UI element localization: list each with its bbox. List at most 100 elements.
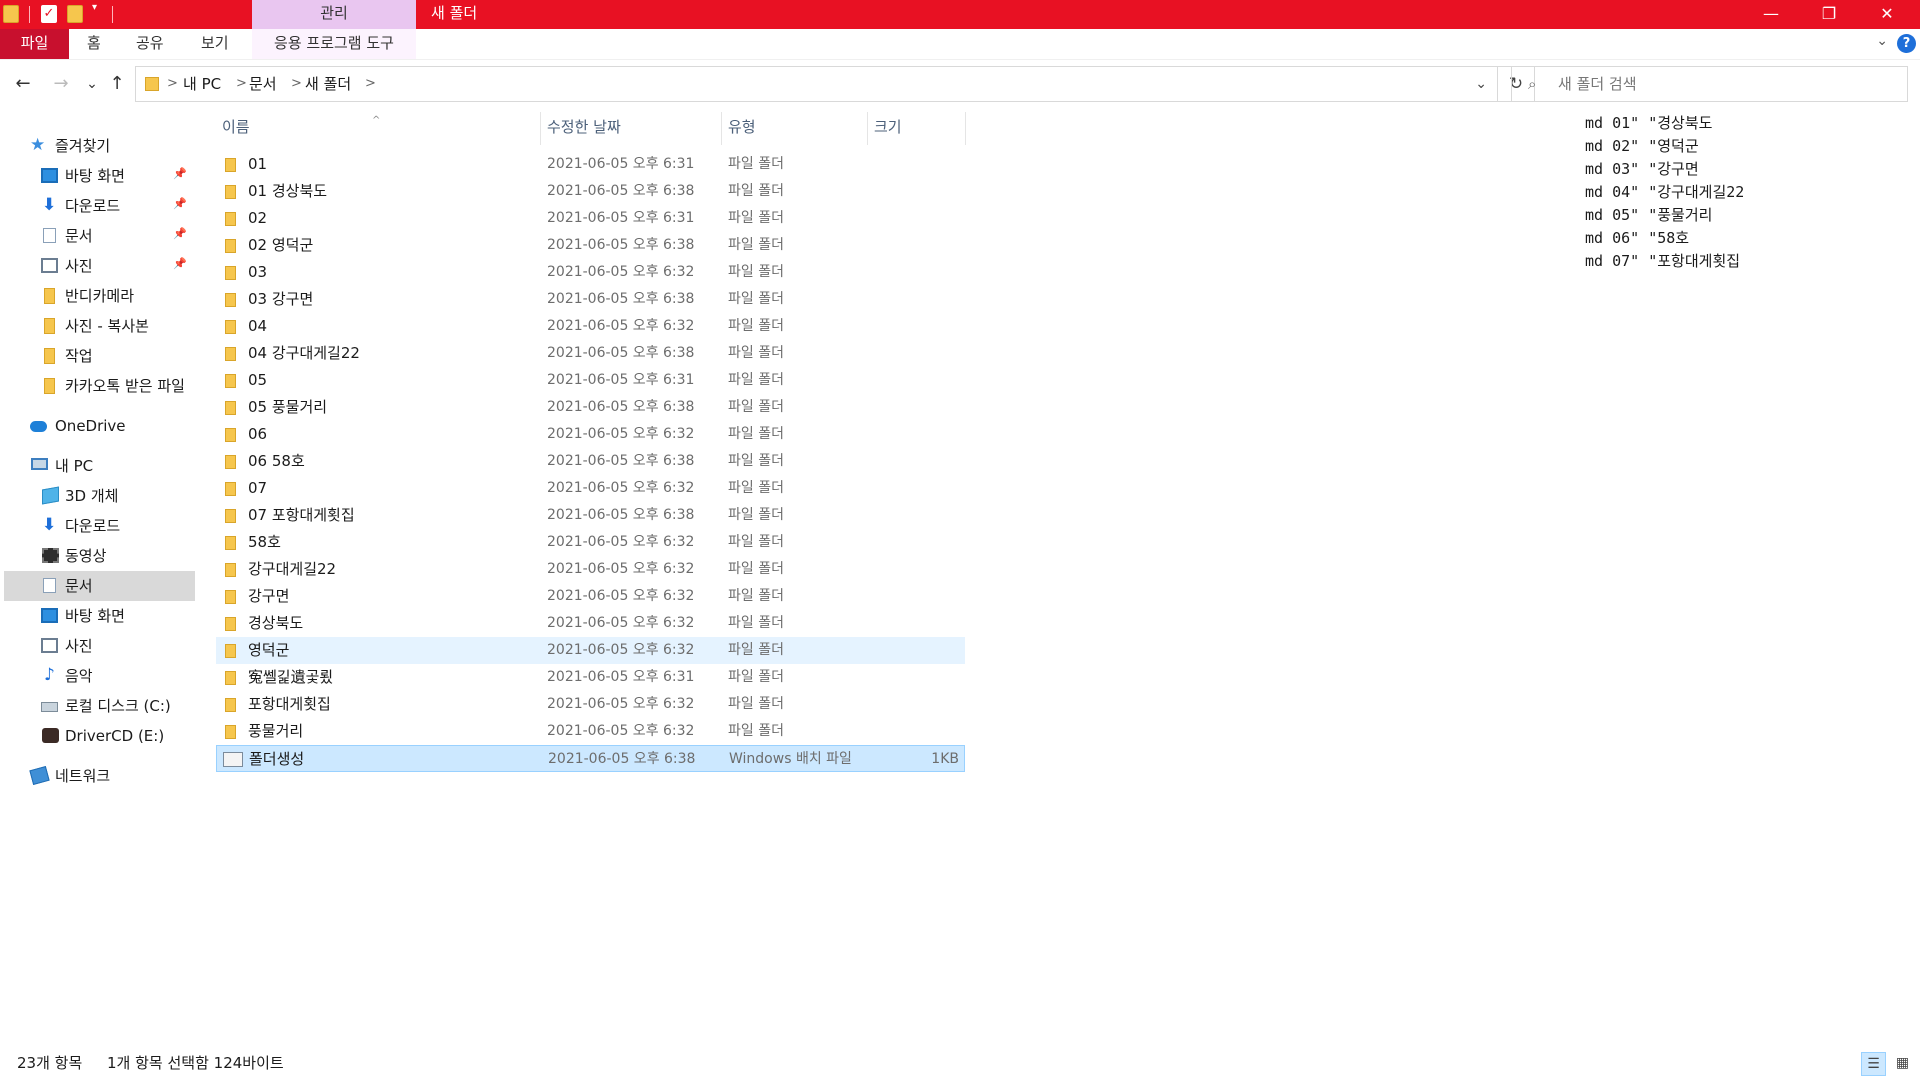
table-row[interactable]: 풍물거리 2021-06-05 오후 6:32 파일 폴더 — [216, 718, 965, 745]
breadcrumb-this-pc[interactable]: 내 PC — [183, 67, 221, 101]
customize-quick-access-icon[interactable]: ▾ — [92, 2, 97, 13]
tab-home[interactable]: 홈 — [73, 29, 115, 59]
folder-icon — [225, 347, 236, 361]
expand-ribbon-icon[interactable]: ⌄ — [1876, 33, 1888, 49]
new-folder-icon[interactable] — [67, 5, 83, 23]
sidebar-item-network[interactable]: 네트워크 — [4, 761, 195, 791]
recent-locations-button[interactable]: ⌄ — [79, 71, 105, 97]
sidebar-item-label: 문서 — [65, 577, 93, 595]
sidebar-item-music[interactable]: ♪ 음악 — [4, 661, 195, 691]
sidebar-item-pictures-pc[interactable]: 사진 — [4, 631, 195, 661]
sidebar-item-label: 사진 — [65, 257, 93, 275]
computer-icon — [31, 458, 48, 470]
column-header-size[interactable]: 크기 — [868, 109, 965, 145]
pin-icon[interactable]: 📌 — [173, 257, 187, 270]
sidebar-item-desktop[interactable]: 바탕 화면 📌 — [4, 161, 195, 191]
table-row[interactable]: 01 2021-06-05 오후 6:31 파일 폴더 — [216, 151, 965, 178]
table-row[interactable]: 05 풍물거리 2021-06-05 오후 6:38 파일 폴더 — [216, 394, 965, 421]
sidebar-item-kakaotalk[interactable]: 카카오톡 받은 파일 — [4, 371, 195, 401]
large-icons-view-icon[interactable]: ▦ — [1890, 1052, 1915, 1076]
table-row[interactable]: 영덕군 2021-06-05 오후 6:32 파일 폴더 — [216, 637, 965, 664]
pin-icon[interactable]: 📌 — [173, 227, 187, 240]
sidebar-item-label: OneDrive — [55, 417, 126, 435]
context-tab-manage[interactable]: 관리 — [252, 0, 416, 29]
restore-button[interactable]: ❐ — [1800, 0, 1858, 29]
table-row[interactable]: 03 2021-06-05 오후 6:32 파일 폴더 — [216, 259, 965, 286]
table-row[interactable]: 03 강구면 2021-06-05 오후 6:38 파일 폴더 — [216, 286, 965, 313]
column-divider[interactable] — [965, 112, 966, 145]
table-row[interactable]: 寃쎌긽遺곷룄 2021-06-05 오후 6:31 파일 폴더 — [216, 664, 965, 691]
help-icon[interactable]: ? — [1897, 34, 1916, 53]
table-row[interactable]: 06 2021-06-05 오후 6:32 파일 폴더 — [216, 421, 965, 448]
table-row[interactable]: 58호 2021-06-05 오후 6:32 파일 폴더 — [216, 529, 965, 556]
table-row[interactable]: 06 58호 2021-06-05 오후 6:38 파일 폴더 — [216, 448, 965, 475]
table-row[interactable]: 05 2021-06-05 오후 6:31 파일 폴더 — [216, 367, 965, 394]
column-header-type[interactable]: 유형 — [722, 109, 867, 145]
file-name: 03 — [248, 263, 268, 281]
address-history-icon[interactable]: ⌄ — [1475, 67, 1487, 101]
up-button[interactable]: ↑ — [104, 71, 130, 97]
table-row[interactable]: 폴더생성 2021-06-05 오후 6:38 Windows 배치 파일 1KB — [216, 745, 965, 772]
back-button[interactable]: ← — [10, 71, 36, 97]
search-box[interactable]: ⌕ — [1511, 66, 1908, 102]
table-row[interactable]: 강구면 2021-06-05 오후 6:32 파일 폴더 — [216, 583, 965, 610]
details-view-icon[interactable]: ☰ — [1861, 1052, 1886, 1076]
sidebar-item-videos[interactable]: 동영상 — [4, 541, 195, 571]
sidebar-item-pictures[interactable]: 사진 📌 — [4, 251, 195, 281]
folder-icon — [145, 77, 159, 91]
minimize-button[interactable]: — — [1742, 0, 1800, 29]
table-row[interactable]: 07 2021-06-05 오후 6:32 파일 폴더 — [216, 475, 965, 502]
search-input[interactable] — [1558, 73, 1898, 95]
properties-icon[interactable]: ✓ — [41, 5, 57, 23]
file-type: 파일 폴더 — [728, 345, 784, 361]
breadcrumb-separator[interactable]: > — [167, 67, 178, 101]
folder-icon — [225, 401, 236, 415]
table-row[interactable]: 경상북도 2021-06-05 오후 6:32 파일 폴더 — [216, 610, 965, 637]
table-row[interactable]: 강구대게길22 2021-06-05 오후 6:32 파일 폴더 — [216, 556, 965, 583]
address-bar[interactable]: > 내 PC > 문서 > 새 폴더 > ⌄ — [135, 66, 1498, 102]
file-name: 경상북도 — [248, 614, 304, 632]
tab-view[interactable]: 보기 — [187, 29, 243, 59]
sidebar-item-quick-access[interactable]: ★ 즐겨찾기 — [4, 131, 195, 161]
breadcrumb-separator[interactable]: > — [291, 67, 302, 101]
breadcrumb-separator[interactable]: > — [365, 67, 376, 101]
file-type: 파일 폴더 — [728, 507, 784, 523]
sidebar-item-work[interactable]: 작업 — [4, 341, 195, 371]
sidebar-item-documents-pc[interactable]: 문서 — [4, 571, 195, 601]
sidebar-item-downloads-pc[interactable]: ⬇ 다운로드 — [4, 511, 195, 541]
table-row[interactable]: 02 영덕군 2021-06-05 오후 6:38 파일 폴더 — [216, 232, 965, 259]
table-row[interactable]: 01 경상북도 2021-06-05 오후 6:38 파일 폴더 — [216, 178, 965, 205]
sidebar-item-documents[interactable]: 문서 📌 — [4, 221, 195, 251]
column-header-name[interactable]: 이름 ^ — [216, 109, 540, 145]
cd-drive-icon — [42, 728, 59, 743]
table-row[interactable]: 04 2021-06-05 오후 6:32 파일 폴더 — [216, 313, 965, 340]
close-button[interactable]: ✕ — [1858, 0, 1916, 29]
breadcrumb-new-folder[interactable]: 새 폴더 — [305, 67, 351, 101]
column-header-date[interactable]: 수정한 날짜 — [541, 109, 721, 145]
music-icon: ♪ — [44, 665, 55, 685]
sidebar-item-pictures-copy[interactable]: 사진 - 복사본 — [4, 311, 195, 341]
column-headers: 이름 ^ 수정한 날짜 유형 크기 — [216, 109, 971, 145]
table-row[interactable]: 04 강구대게길22 2021-06-05 오후 6:38 파일 폴더 — [216, 340, 965, 367]
sidebar-item-bandicam[interactable]: 반디카메라 — [4, 281, 195, 311]
breadcrumb-separator[interactable]: > — [236, 67, 247, 101]
table-row[interactable]: 포항대게횟집 2021-06-05 오후 6:32 파일 폴더 — [216, 691, 965, 718]
breadcrumb-documents[interactable]: 문서 — [249, 67, 277, 101]
sidebar-item-drivercd[interactable]: DriverCD (E:) — [4, 721, 195, 751]
pin-icon[interactable]: 📌 — [173, 167, 187, 180]
sidebar-item-desktop-pc[interactable]: 바탕 화면 — [4, 601, 195, 631]
forward-button[interactable]: → — [48, 71, 74, 97]
file-size: 1KB — [931, 751, 959, 767]
tab-file[interactable]: 파일 — [0, 29, 69, 59]
sidebar-item-downloads[interactable]: ⬇ 다운로드 📌 — [4, 191, 195, 221]
sidebar-item-this-pc[interactable]: 내 PC — [4, 451, 195, 481]
file-name: 03 강구면 — [248, 290, 314, 308]
tab-share[interactable]: 공유 — [122, 29, 178, 59]
sidebar-item-local-disk[interactable]: 로컬 디스크 (C:) — [4, 691, 195, 721]
pin-icon[interactable]: 📌 — [173, 197, 187, 210]
table-row[interactable]: 02 2021-06-05 오후 6:31 파일 폴더 — [216, 205, 965, 232]
tab-application-tools[interactable]: 응용 프로그램 도구 — [252, 29, 416, 59]
sidebar-item-onedrive[interactable]: OneDrive — [4, 411, 195, 441]
sidebar-item-3d-objects[interactable]: 3D 개체 — [4, 481, 195, 511]
table-row[interactable]: 07 포항대게횟집 2021-06-05 오후 6:38 파일 폴더 — [216, 502, 965, 529]
